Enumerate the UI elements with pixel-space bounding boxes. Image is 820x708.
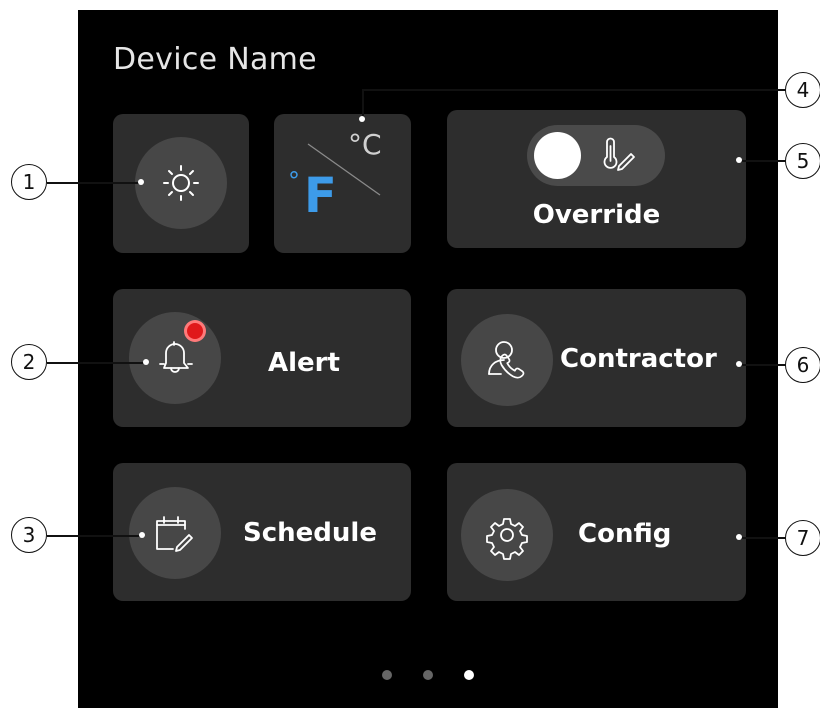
callout-3: 3: [11, 517, 47, 553]
contractor-phone-icon: [488, 341, 525, 379]
brightness-tile[interactable]: [113, 114, 249, 253]
callout-endpoint-3: [139, 532, 145, 538]
config-label: Config: [578, 519, 672, 549]
callout-5: 5: [785, 143, 820, 179]
units-toggle-tile[interactable]: ° F °C: [274, 114, 411, 253]
callout-line-5: [739, 160, 787, 162]
config-tile[interactable]: Config: [447, 463, 746, 601]
callout-7: 7: [785, 520, 820, 556]
device-name-title: Device Name: [113, 42, 317, 77]
override-label: Override: [532, 200, 661, 230]
alert-badge: [187, 323, 203, 339]
callout-2: 2: [11, 344, 47, 380]
page-dot-1[interactable]: [382, 670, 392, 680]
toggle-knob: [534, 132, 581, 179]
callout-endpoint-2: [143, 359, 149, 365]
alert-tile[interactable]: Alert: [113, 289, 411, 427]
page-dot-2[interactable]: [423, 670, 433, 680]
callout-endpoint-1: [138, 179, 144, 185]
callout-line-4-h: [362, 89, 786, 91]
callout-6: 6: [785, 347, 820, 383]
bell-icon: [159, 341, 193, 373]
callout-line-6: [739, 364, 787, 366]
callout-line-1: [47, 182, 143, 184]
contractor-button[interactable]: [461, 314, 553, 406]
celsius-unit-label: °C: [348, 128, 382, 161]
thermometer-edit-icon: [603, 137, 635, 171]
override-toggle[interactable]: [527, 125, 665, 186]
callout-line-2: [47, 362, 143, 364]
fahrenheit-degree-symbol: °: [288, 167, 300, 195]
callout-endpoint-5: [736, 157, 742, 163]
schedule-label: Schedule: [243, 518, 377, 548]
callout-1: 1: [11, 164, 47, 200]
callout-endpoint-7: [736, 534, 742, 540]
override-tile[interactable]: Override: [447, 110, 746, 248]
callout-endpoint-6: [736, 361, 742, 367]
gear-icon: [486, 518, 528, 560]
contractor-label: Contractor: [560, 344, 717, 374]
contractor-tile[interactable]: Contractor: [447, 289, 746, 427]
config-button[interactable]: [461, 489, 553, 581]
alert-button[interactable]: [129, 312, 221, 404]
brightness-button[interactable]: [135, 137, 227, 229]
brightness-icon: [163, 165, 199, 201]
fahrenheit-unit-label: F: [304, 168, 337, 224]
schedule-tile[interactable]: Schedule: [113, 463, 411, 601]
page-dot-3-active[interactable]: [464, 670, 474, 680]
callout-endpoint-4: [359, 116, 365, 122]
callout-line-3: [47, 535, 143, 537]
callout-line-4-v: [362, 89, 364, 119]
callout-4: 4: [785, 72, 820, 108]
alert-label: Alert: [268, 348, 340, 378]
callout-line-7: [739, 537, 787, 539]
